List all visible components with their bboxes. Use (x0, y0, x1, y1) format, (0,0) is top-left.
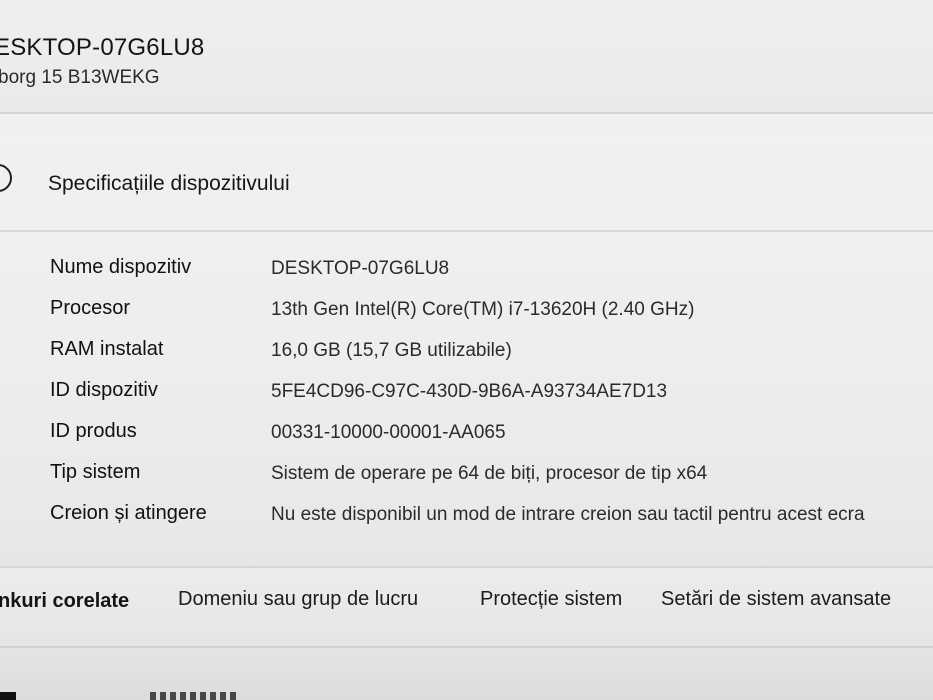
spec-value: 5FE4CD96-C97C-430D-9B6A-A93734AE7D13 (271, 381, 668, 402)
device-header: ESKTOP-07G6LU8 borg 15 B13WEKG (0, 0, 933, 114)
cut-off-heading (150, 692, 240, 700)
spec-value: 13th Gen Intel(R) Core(TM) i7-13620H (2.… (271, 299, 695, 320)
device-specs-header[interactable]: Specificațiile dispozitivului (0, 130, 933, 232)
next-section-strip (0, 646, 933, 700)
link-advanced-system-settings[interactable]: Setări de sistem avansate (661, 588, 891, 611)
settings-about-page: ESKTOP-07G6LU8 borg 15 B13WEKG Specifica… (0, 0, 933, 700)
spec-row-device-id: ID dispozitiv 5FE4CD96-C97C-430D-9B6A-A9… (0, 371, 933, 412)
windows-logo-icon (0, 692, 16, 700)
spec-value: 00331-10000-00001-AA065 (271, 422, 506, 443)
spec-label: ID produs (50, 420, 137, 442)
spec-value: 16,0 GB (15,7 GB utilizabile) (271, 340, 512, 361)
spec-value: Sistem de operare pe 64 de biți, proceso… (271, 463, 708, 484)
spec-row-product-id: ID produs 00331-10000-00001-AA065 (0, 412, 933, 453)
spec-label: Tip sistem (50, 461, 141, 483)
spec-label: Creion și atingere (50, 502, 207, 524)
device-specs-section: Specificațiile dispozitivului Nume dispo… (0, 130, 933, 550)
spec-row-system-type: Tip sistem Sistem de operare pe 64 de bi… (0, 453, 933, 494)
spec-value: DESKTOP-07G6LU8 (271, 258, 450, 279)
spec-row-pen-touch: Creion și atingere Nu este disponibil un… (0, 494, 933, 535)
related-links-bar: nkuri corelate Domeniu sau grup de lucru… (0, 566, 933, 640)
spec-label: ID dispozitiv (50, 379, 158, 401)
link-system-protection[interactable]: Protecție sistem (480, 588, 622, 611)
related-links-label: nkuri corelate (0, 590, 130, 612)
device-model-subtitle: borg 15 B13WEKG (0, 67, 160, 88)
device-specs-title: Specificațiile dispozitivului (48, 172, 290, 195)
spec-row-processor: Procesor 13th Gen Intel(R) Core(TM) i7-1… (0, 289, 933, 330)
spec-row-ram: RAM instalat 16,0 GB (15,7 GB utilizabil… (0, 330, 933, 371)
spec-label: Procesor (50, 297, 131, 319)
device-name-title: ESKTOP-07G6LU8 (0, 34, 205, 61)
spec-label: Nume dispozitiv (50, 256, 192, 278)
spec-label: RAM instalat (50, 338, 164, 360)
device-specs-list: Nume dispozitiv DESKTOP-07G6LU8 Procesor… (0, 248, 933, 535)
spec-value: Nu este disponibil un mod de intrare cre… (271, 504, 865, 525)
link-domain-workgroup[interactable]: Domeniu sau grup de lucru (178, 588, 418, 611)
info-circle-icon (0, 164, 12, 192)
spec-row-device-name: Nume dispozitiv DESKTOP-07G6LU8 (0, 248, 933, 289)
